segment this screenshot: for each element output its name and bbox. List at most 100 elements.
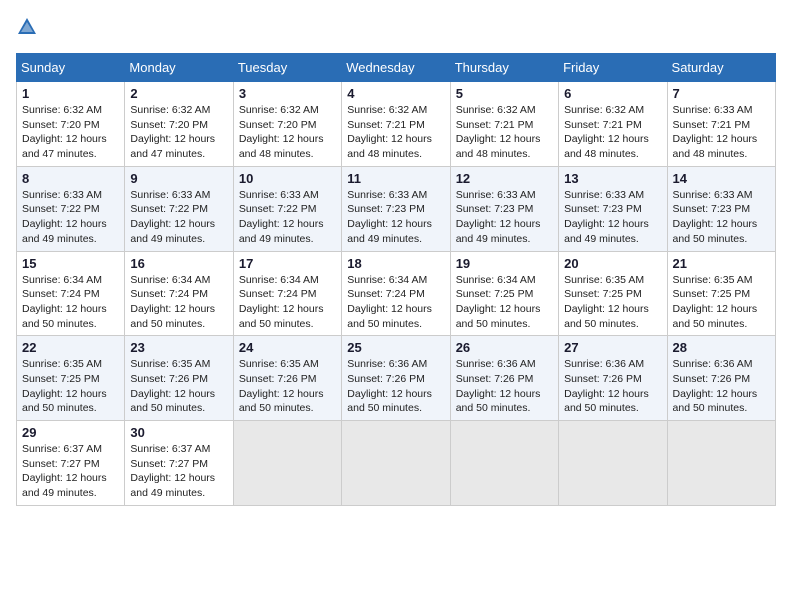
calendar-cell: 12 Sunrise: 6:33 AMSunset: 7:23 PMDayligh… <box>450 166 558 251</box>
day-info: Sunrise: 6:34 AMSunset: 7:24 PMDaylight:… <box>22 273 119 332</box>
day-info: Sunrise: 6:34 AMSunset: 7:24 PMDaylight:… <box>130 273 227 332</box>
day-info: Sunrise: 6:35 AMSunset: 7:25 PMDaylight:… <box>564 273 661 332</box>
day-number: 19 <box>456 256 553 271</box>
calendar-cell: 24 Sunrise: 6:35 AMSunset: 7:26 PMDayligh… <box>233 336 341 421</box>
calendar-cell <box>559 421 667 506</box>
day-number: 27 <box>564 340 661 355</box>
header <box>16 16 776 43</box>
day-info: Sunrise: 6:33 AMSunset: 7:23 PMDaylight:… <box>564 188 661 247</box>
day-info: Sunrise: 6:37 AMSunset: 7:27 PMDaylight:… <box>22 442 119 501</box>
day-info: Sunrise: 6:35 AMSunset: 7:26 PMDaylight:… <box>239 357 336 416</box>
day-number: 22 <box>22 340 119 355</box>
calendar-cell: 19 Sunrise: 6:34 AMSunset: 7:25 PMDayligh… <box>450 251 558 336</box>
day-info: Sunrise: 6:33 AMSunset: 7:22 PMDaylight:… <box>22 188 119 247</box>
day-number: 10 <box>239 171 336 186</box>
day-number: 6 <box>564 86 661 101</box>
day-number: 2 <box>130 86 227 101</box>
day-info: Sunrise: 6:34 AMSunset: 7:24 PMDaylight:… <box>347 273 444 332</box>
day-number: 28 <box>673 340 770 355</box>
column-header-tuesday: Tuesday <box>233 54 341 82</box>
day-number: 16 <box>130 256 227 271</box>
day-info: Sunrise: 6:37 AMSunset: 7:27 PMDaylight:… <box>130 442 227 501</box>
calendar-header-row: SundayMondayTuesdayWednesdayThursdayFrid… <box>17 54 776 82</box>
day-number: 8 <box>22 171 119 186</box>
day-number: 18 <box>347 256 444 271</box>
column-header-friday: Friday <box>559 54 667 82</box>
calendar-week-4: 22 Sunrise: 6:35 AMSunset: 7:25 PMDayligh… <box>17 336 776 421</box>
day-number: 9 <box>130 171 227 186</box>
day-number: 12 <box>456 171 553 186</box>
day-info: Sunrise: 6:33 AMSunset: 7:22 PMDaylight:… <box>130 188 227 247</box>
day-info: Sunrise: 6:34 AMSunset: 7:24 PMDaylight:… <box>239 273 336 332</box>
column-header-sunday: Sunday <box>17 54 125 82</box>
calendar-week-2: 8 Sunrise: 6:33 AMSunset: 7:22 PMDaylight… <box>17 166 776 251</box>
calendar-cell: 4 Sunrise: 6:32 AMSunset: 7:21 PMDaylight… <box>342 82 450 167</box>
day-info: Sunrise: 6:33 AMSunset: 7:23 PMDaylight:… <box>673 188 770 247</box>
column-header-saturday: Saturday <box>667 54 775 82</box>
column-header-wednesday: Wednesday <box>342 54 450 82</box>
calendar-cell: 20 Sunrise: 6:35 AMSunset: 7:25 PMDayligh… <box>559 251 667 336</box>
calendar-week-5: 29 Sunrise: 6:37 AMSunset: 7:27 PMDayligh… <box>17 421 776 506</box>
calendar-cell: 10 Sunrise: 6:33 AMSunset: 7:22 PMDayligh… <box>233 166 341 251</box>
day-info: Sunrise: 6:32 AMSunset: 7:20 PMDaylight:… <box>22 103 119 162</box>
day-info: Sunrise: 6:34 AMSunset: 7:25 PMDaylight:… <box>456 273 553 332</box>
day-number: 5 <box>456 86 553 101</box>
calendar-cell <box>233 421 341 506</box>
day-info: Sunrise: 6:36 AMSunset: 7:26 PMDaylight:… <box>564 357 661 416</box>
day-number: 14 <box>673 171 770 186</box>
day-info: Sunrise: 6:35 AMSunset: 7:25 PMDaylight:… <box>22 357 119 416</box>
day-info: Sunrise: 6:32 AMSunset: 7:21 PMDaylight:… <box>564 103 661 162</box>
calendar-cell: 8 Sunrise: 6:33 AMSunset: 7:22 PMDaylight… <box>17 166 125 251</box>
day-info: Sunrise: 6:33 AMSunset: 7:23 PMDaylight:… <box>347 188 444 247</box>
calendar-cell <box>667 421 775 506</box>
calendar-cell: 23 Sunrise: 6:35 AMSunset: 7:26 PMDayligh… <box>125 336 233 421</box>
calendar-cell: 9 Sunrise: 6:33 AMSunset: 7:22 PMDaylight… <box>125 166 233 251</box>
day-number: 17 <box>239 256 336 271</box>
day-number: 25 <box>347 340 444 355</box>
calendar-cell <box>450 421 558 506</box>
calendar-cell: 7 Sunrise: 6:33 AMSunset: 7:21 PMDaylight… <box>667 82 775 167</box>
day-number: 1 <box>22 86 119 101</box>
day-info: Sunrise: 6:32 AMSunset: 7:21 PMDaylight:… <box>347 103 444 162</box>
day-number: 3 <box>239 86 336 101</box>
day-info: Sunrise: 6:32 AMSunset: 7:20 PMDaylight:… <box>130 103 227 162</box>
calendar-cell: 29 Sunrise: 6:37 AMSunset: 7:27 PMDayligh… <box>17 421 125 506</box>
calendar-cell: 1 Sunrise: 6:32 AMSunset: 7:20 PMDaylight… <box>17 82 125 167</box>
day-info: Sunrise: 6:33 AMSunset: 7:22 PMDaylight:… <box>239 188 336 247</box>
calendar-cell: 28 Sunrise: 6:36 AMSunset: 7:26 PMDayligh… <box>667 336 775 421</box>
logo-icon <box>16 16 38 38</box>
day-number: 23 <box>130 340 227 355</box>
calendar-cell: 22 Sunrise: 6:35 AMSunset: 7:25 PMDayligh… <box>17 336 125 421</box>
day-info: Sunrise: 6:36 AMSunset: 7:26 PMDaylight:… <box>673 357 770 416</box>
calendar-cell: 3Sunrise: 6:32 AMSunset: 7:20 PMDaylight… <box>233 82 341 167</box>
calendar-cell: 14 Sunrise: 6:33 AMSunset: 7:23 PMDayligh… <box>667 166 775 251</box>
day-number: 26 <box>456 340 553 355</box>
day-number: 4 <box>347 86 444 101</box>
day-number: 20 <box>564 256 661 271</box>
day-info: Sunrise: 6:36 AMSunset: 7:26 PMDaylight:… <box>347 357 444 416</box>
calendar-cell: 30 Sunrise: 6:37 AMSunset: 7:27 PMDayligh… <box>125 421 233 506</box>
calendar-cell: 11 Sunrise: 6:33 AMSunset: 7:23 PMDayligh… <box>342 166 450 251</box>
calendar-cell: 17 Sunrise: 6:34 AMSunset: 7:24 PMDayligh… <box>233 251 341 336</box>
day-info: Sunrise: 6:33 AMSunset: 7:23 PMDaylight:… <box>456 188 553 247</box>
calendar-cell: 18 Sunrise: 6:34 AMSunset: 7:24 PMDayligh… <box>342 251 450 336</box>
calendar-cell: 5Sunrise: 6:32 AMSunset: 7:21 PMDaylight… <box>450 82 558 167</box>
calendar-cell: 27 Sunrise: 6:36 AMSunset: 7:26 PMDayligh… <box>559 336 667 421</box>
calendar-cell: 25 Sunrise: 6:36 AMSunset: 7:26 PMDayligh… <box>342 336 450 421</box>
day-number: 15 <box>22 256 119 271</box>
calendar-cell: 6 Sunrise: 6:32 AMSunset: 7:21 PMDaylight… <box>559 82 667 167</box>
day-number: 29 <box>22 425 119 440</box>
calendar-table: SundayMondayTuesdayWednesdayThursdayFrid… <box>16 53 776 506</box>
day-number: 13 <box>564 171 661 186</box>
calendar-week-3: 15 Sunrise: 6:34 AMSunset: 7:24 PMDayligh… <box>17 251 776 336</box>
column-header-monday: Monday <box>125 54 233 82</box>
day-number: 30 <box>130 425 227 440</box>
day-info: Sunrise: 6:33 AMSunset: 7:21 PMDaylight:… <box>673 103 770 162</box>
day-number: 24 <box>239 340 336 355</box>
calendar-cell: 26Sunrise: 6:36 AMSunset: 7:26 PMDayligh… <box>450 336 558 421</box>
day-info: Sunrise: 6:35 AMSunset: 7:26 PMDaylight:… <box>130 357 227 416</box>
day-number: 7 <box>673 86 770 101</box>
day-number: 11 <box>347 171 444 186</box>
day-number: 21 <box>673 256 770 271</box>
calendar-cell: 21Sunrise: 6:35 AMSunset: 7:25 PMDayligh… <box>667 251 775 336</box>
